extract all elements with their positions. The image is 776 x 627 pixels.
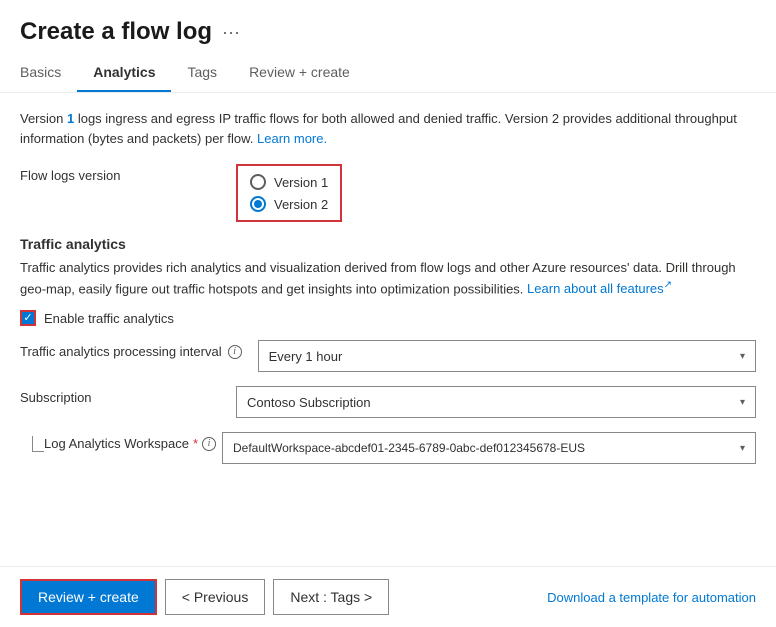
ellipsis-menu-icon[interactable]: ··· [222,22,240,43]
workspace-chevron-icon: ▾ [740,443,745,454]
version-desc-prefix: Version [20,111,67,126]
indent-connector [20,436,44,452]
tab-basics[interactable]: Basics [20,56,77,92]
interval-info-icon[interactable]: i [228,345,242,359]
workspace-required-star: * [193,436,198,451]
version2-label: Version 2 [274,197,328,212]
workspace-row: Log Analytics Workspace * i DefaultWorks… [20,432,756,464]
subscription-dropdown-area: Contoso Subscription ▾ [236,386,756,418]
content-area: Version 1 logs ingress and egress IP tra… [0,93,776,566]
interval-row: Traffic analytics processing interval i … [20,340,756,372]
download-template-link[interactable]: Download a template for automation [547,590,756,605]
external-link-icon: ↗ [664,280,672,291]
version1-radio[interactable] [250,174,266,190]
enable-analytics-label: Enable traffic analytics [44,311,174,326]
subscription-row: Subscription Contoso Subscription ▾ [20,386,756,418]
tab-tags[interactable]: Tags [171,56,233,92]
version-radio-group-area: Version 1 Version 2 [236,164,756,222]
interval-dropdown[interactable]: Every 1 hour ▾ [258,340,756,372]
interval-dropdown-area: Every 1 hour ▾ [258,340,756,372]
flow-logs-version-row: Flow logs version Version 1 Version 2 [20,164,756,222]
page-title: Create a flow log [20,18,212,46]
previous-button[interactable]: < Previous [165,579,266,615]
traffic-analytics-title: Traffic analytics [20,236,756,252]
interval-label: Traffic analytics processing interval i [20,340,242,359]
version-description: Version 1 logs ingress and egress IP tra… [20,109,756,148]
subscription-label: Subscription [20,386,220,405]
tab-analytics[interactable]: Analytics [77,56,171,92]
version-radio-box: Version 1 Version 2 [236,164,342,222]
workspace-dropdown[interactable]: DefaultWorkspace-abcdef01-2345-6789-0abc… [222,432,756,464]
learn-features-link[interactable]: Learn about all features↗ [527,281,672,296]
version-desc-suffix: logs ingress and egress IP traffic flows… [20,111,737,146]
subscription-chevron-icon: ▾ [740,397,745,408]
subscription-dropdown[interactable]: Contoso Subscription ▾ [236,386,756,418]
version1-label: Version 1 [274,175,328,190]
version2-option[interactable]: Version 2 [250,196,328,212]
workspace-label: Log Analytics Workspace * i [44,436,222,451]
learn-more-link[interactable]: Learn more. [257,131,327,146]
interval-chevron-icon: ▾ [740,351,745,362]
tabs-bar: Basics Analytics Tags Review + create [0,56,776,93]
footer-bar: Review + create < Previous Next : Tags >… [0,566,776,627]
traffic-analytics-desc: Traffic analytics provides rich analytic… [20,258,756,298]
review-create-button[interactable]: Review + create [20,579,157,615]
checkmark-icon: ✓ [23,313,32,324]
indent-horizontal-line [32,451,44,452]
workspace-label-container: Log Analytics Workspace * i [20,432,222,452]
version1-option[interactable]: Version 1 [250,174,328,190]
indent-vertical-line [32,436,33,452]
workspace-info-icon[interactable]: i [202,437,216,451]
version2-radio[interactable] [250,196,266,212]
enable-analytics-checkbox[interactable]: ✓ [20,310,36,326]
flow-logs-version-label: Flow logs version [20,164,220,183]
enable-traffic-analytics-row[interactable]: ✓ Enable traffic analytics [20,310,756,326]
workspace-dropdown-area: DefaultWorkspace-abcdef01-2345-6789-0abc… [222,432,756,464]
subscription-value: Contoso Subscription [247,395,371,410]
interval-value: Every 1 hour [269,349,343,364]
page-header: Create a flow log ··· [0,0,776,56]
workspace-value: DefaultWorkspace-abcdef01-2345-6789-0abc… [233,441,585,455]
next-tags-button[interactable]: Next : Tags > [273,579,389,615]
tab-review-create[interactable]: Review + create [233,56,366,92]
